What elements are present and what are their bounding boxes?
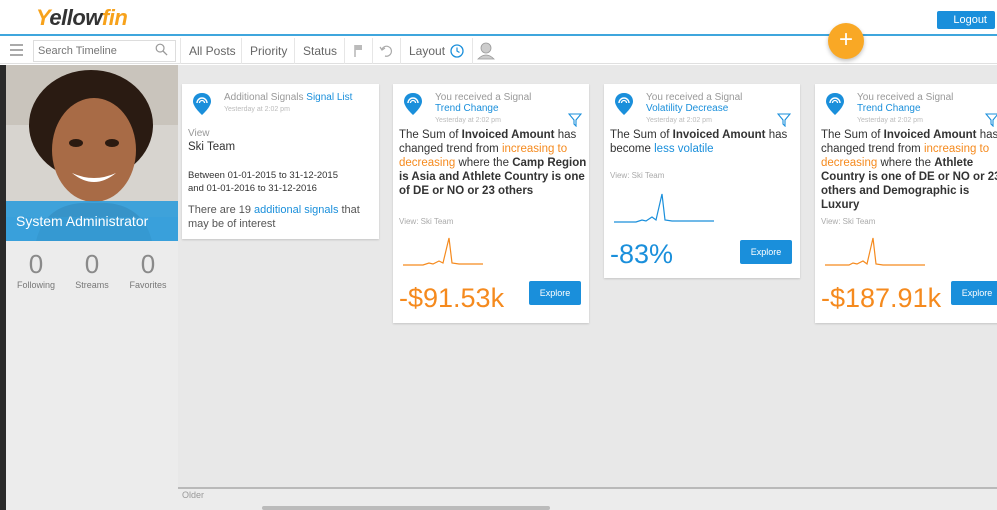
sparkline (825, 237, 925, 266)
tab-priority[interactable]: Priority (241, 38, 295, 64)
stat-streams[interactable]: 0 Streams (62, 250, 122, 290)
interest-pre: There are 19 (188, 204, 251, 216)
view-label: View (188, 128, 210, 139)
body-mid2: where the (458, 157, 509, 169)
sparkline (614, 193, 714, 223)
yellowfin-logo[interactable]: Yellowfin (36, 5, 128, 31)
signal-list-link[interactable]: Signal List (306, 92, 352, 103)
menu-icon[interactable] (10, 44, 23, 56)
undo-icon[interactable] (372, 38, 398, 64)
additional-signals-link[interactable]: additional signals (254, 204, 338, 216)
signal-description: The Sum of Invoiced Amount has changed t… (399, 128, 587, 198)
flag-icon[interactable] (344, 38, 370, 64)
measure-name: Invoiced Amount (461, 129, 555, 141)
title-prefix: You received a Signal (857, 92, 954, 103)
signal-list-card: Additional Signals Signal List Yesterday … (182, 84, 379, 239)
trend-change-card-1: You received a Signal Trend Change Yester… (393, 84, 589, 323)
signal-pin-icon (826, 93, 844, 115)
trend-change-link[interactable]: Trend Change (435, 103, 499, 114)
sidebar: System Administrator 0 Following 0 Strea… (0, 65, 178, 510)
favorites-count: 0 (140, 249, 156, 279)
body-pre: The Sum of (821, 129, 881, 141)
clock-icon[interactable] (450, 44, 464, 58)
tab-status[interactable]: Status (294, 38, 345, 64)
add-post-button[interactable]: + (828, 23, 864, 59)
filter-icon[interactable] (985, 113, 997, 127)
card-title: You received a Signal Trend Change Yester… (435, 92, 555, 126)
title-prefix: Additional Signals (224, 92, 304, 103)
interest-text: There are 19 additional signals that may… (188, 203, 373, 231)
card-timestamp: Yesterday at 2:02 pm (857, 117, 923, 124)
stat-favorites[interactable]: 0 Favorites (118, 250, 178, 290)
explore-button[interactable]: Explore (740, 240, 792, 264)
logo-ellow: ellow (49, 5, 102, 30)
stats: 0 Following 0 Streams 0 Favorites (6, 250, 178, 295)
signal-value: -83% (610, 239, 674, 269)
tab-all-posts[interactable]: All Posts (180, 38, 244, 64)
signal-pin-icon (193, 93, 211, 115)
favorites-label: Favorites (129, 280, 167, 290)
measure-name: Invoiced Amount (883, 129, 977, 141)
streams-count: 0 (84, 249, 100, 279)
body-pre: The Sum of (610, 129, 670, 141)
avatar[interactable]: System Administrator (6, 65, 178, 241)
volatility-decrease-link[interactable]: Volatility Decrease (646, 103, 728, 114)
measure-name: Invoiced Amount (672, 129, 766, 141)
signal-description: The Sum of Invoiced Amount has become le… (610, 128, 798, 156)
logo-fin: fin (101, 5, 128, 30)
filter-icon[interactable] (568, 113, 582, 127)
volatility-text: less volatile (654, 143, 714, 155)
body-pre: The Sum of (399, 129, 459, 141)
signal-pin-icon (404, 93, 422, 115)
user-name: System Administrator (6, 201, 178, 241)
signal-value: -$91.53k (399, 283, 505, 313)
user-icon[interactable] (472, 38, 498, 64)
title-prefix: You received a Signal (435, 92, 532, 103)
card-timestamp: Yesterday at 2:02 pm (435, 117, 501, 124)
trend-change-card-2: You received a Signal Trend Change Yester… (815, 84, 997, 323)
app-root: Yellowfin Logout + All Posts Priority St… (0, 0, 997, 510)
stat-following[interactable]: 0 Following (6, 250, 66, 290)
title-prefix: You received a Signal (646, 92, 743, 103)
explore-button[interactable]: Explore (951, 281, 997, 305)
filter-icon[interactable] (777, 113, 791, 127)
volatility-decrease-card: You received a Signal Volatility Decreas… (604, 84, 800, 278)
card-timestamp: Yesterday at 2:02 pm (224, 106, 290, 113)
signal-description: The Sum of Invoiced Amount has changed t… (821, 128, 997, 212)
logout-button[interactable]: Logout (937, 11, 995, 29)
timeline: Additional Signals Signal List Yesterday … (178, 65, 997, 510)
streams-label: Streams (75, 280, 109, 290)
view-label: View: Ski Team (610, 171, 665, 180)
card-timestamp: Yesterday at 2:02 pm (646, 117, 712, 124)
card-title: You received a Signal Trend Change Yester… (857, 92, 977, 126)
view-name: Ski Team (188, 141, 236, 153)
range-2: and 01-01-2016 to 31-12-2016 (188, 183, 317, 194)
range-1: Between 01-01-2015 to 31-12-2015 (188, 170, 339, 181)
trend-change-link[interactable]: Trend Change (857, 103, 921, 114)
explore-button[interactable]: Explore (529, 281, 581, 305)
card-title: Additional Signals Signal List Yesterday … (224, 92, 352, 115)
signal-pin-icon (615, 93, 633, 115)
card-title: You received a Signal Volatility Decreas… (646, 92, 766, 126)
search-icon[interactable] (155, 43, 168, 56)
signal-value: -$187.91k (821, 283, 942, 313)
following-count: 0 (28, 249, 44, 279)
following-label: Following (16, 280, 56, 290)
view-label: View: Ski Team (399, 217, 454, 226)
sparkline (403, 237, 483, 266)
body-mid2: where the (880, 157, 931, 169)
logo-y: Y (36, 5, 50, 30)
view-label: View: Ski Team (821, 217, 876, 226)
horizontal-scrollbar[interactable] (262, 506, 550, 510)
